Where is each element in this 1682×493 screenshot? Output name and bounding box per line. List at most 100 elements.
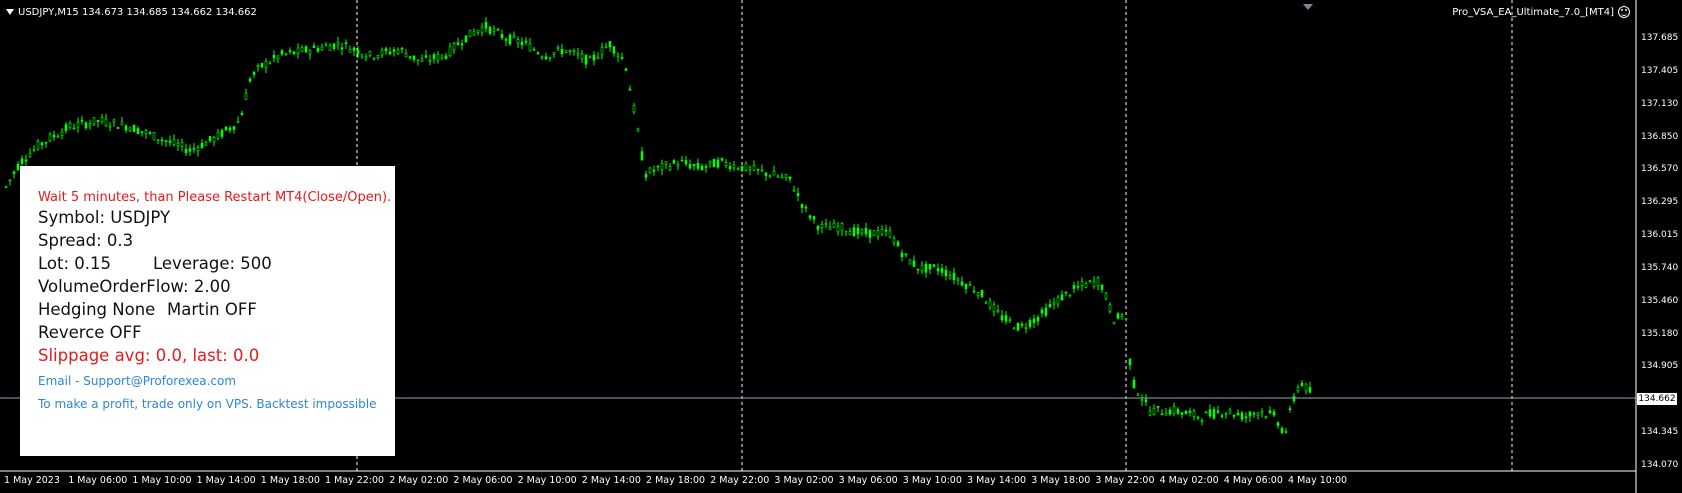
candle-body xyxy=(108,125,112,128)
candle-body xyxy=(96,119,100,122)
candle-body xyxy=(1288,408,1292,410)
candle-body xyxy=(1244,416,1248,419)
candle-body xyxy=(1104,292,1108,300)
candle-body xyxy=(824,223,828,225)
candle-body xyxy=(28,153,32,158)
candle-body xyxy=(884,229,888,232)
candle-body xyxy=(752,165,756,171)
candle-body xyxy=(192,148,196,150)
candle-body xyxy=(1176,409,1180,414)
expert-advisor-name[interactable]: Pro_VSA_EA_Ultimate_7.0_[MT4] xyxy=(1452,7,1614,18)
price-axis-label: 137.130 xyxy=(1641,99,1679,109)
candle-body xyxy=(1216,410,1220,413)
candle-body xyxy=(284,53,288,56)
candle-body xyxy=(540,56,544,59)
candle-body xyxy=(1224,412,1228,415)
candle-body xyxy=(1184,411,1188,415)
candle-body xyxy=(764,172,768,176)
chart-window[interactable]: USDJPY,M15 134.673 134.685 134.662 134.6… xyxy=(0,0,1682,493)
candle-body xyxy=(660,163,664,170)
candle-body xyxy=(1164,413,1168,416)
candle-body xyxy=(528,43,532,52)
candle-body xyxy=(920,265,924,272)
candle-body xyxy=(820,223,824,228)
candle-body xyxy=(964,283,968,290)
candle-body xyxy=(1044,307,1048,316)
candle-body xyxy=(116,127,120,129)
candle-body xyxy=(588,56,592,59)
candle-body xyxy=(908,259,912,265)
candle-body xyxy=(984,302,988,304)
candle-body xyxy=(876,230,880,237)
candle-body xyxy=(240,112,244,116)
candle-body xyxy=(680,159,684,162)
candle-body xyxy=(1004,315,1008,322)
candle-body xyxy=(1120,314,1124,317)
symbol-header: USDJPY,M15 134.673 134.685 134.662 134.6… xyxy=(6,7,257,18)
candle-body xyxy=(392,49,396,52)
candle-body xyxy=(792,189,796,192)
time-axis-label: 1 May 10:00 xyxy=(132,475,192,486)
candle-body xyxy=(88,123,92,126)
candle-body xyxy=(780,175,784,179)
candle-body xyxy=(520,41,524,46)
grid-lines xyxy=(356,0,1513,471)
candle-body xyxy=(420,58,424,62)
candle-body xyxy=(120,121,124,125)
candle-body xyxy=(1096,277,1100,286)
symbol-header-text: USDJPY,M15 134.673 134.685 134.662 134.6… xyxy=(18,7,257,18)
candle-body xyxy=(1200,420,1204,422)
candle-body xyxy=(1040,309,1044,314)
candle-body xyxy=(952,272,956,281)
candle-body xyxy=(1172,406,1176,415)
candle-body xyxy=(52,134,56,138)
candle-body xyxy=(712,159,716,168)
candle-body xyxy=(832,222,836,228)
candle-body xyxy=(1100,284,1104,290)
candle-body xyxy=(44,141,48,144)
time-axis-label: 3 May 22:00 xyxy=(1095,475,1155,486)
time-axis-label: 1 May 22:00 xyxy=(325,475,385,486)
time-axis-label: 2 May 14:00 xyxy=(581,475,641,486)
candle-body xyxy=(288,50,292,52)
time-axis-label: 3 May 14:00 xyxy=(967,475,1027,486)
candle-body xyxy=(484,21,488,29)
candle-body xyxy=(1124,318,1128,321)
candle-body xyxy=(480,26,484,33)
time-axis-label: 4 May 02:00 xyxy=(1159,475,1219,486)
candle-body xyxy=(1020,323,1024,326)
candle-body xyxy=(512,35,516,38)
candle-body xyxy=(548,56,552,59)
candle-body xyxy=(360,54,364,58)
candle-body xyxy=(248,78,252,82)
candle-body xyxy=(1024,327,1028,329)
shift-marker-icon[interactable] xyxy=(1303,4,1313,10)
candle-body xyxy=(916,268,920,271)
candle-body xyxy=(940,268,944,273)
candle-body xyxy=(372,57,376,60)
dropdown-triangle-icon[interactable] xyxy=(6,9,14,15)
time-axis-label: 2 May 18:00 xyxy=(646,475,706,486)
candle-body xyxy=(1276,422,1280,426)
candle-body xyxy=(1036,317,1040,322)
candle-body xyxy=(36,141,40,150)
candle-body xyxy=(912,260,916,267)
candle-body xyxy=(732,164,736,169)
candle-body xyxy=(1072,285,1076,289)
candle-body xyxy=(308,50,312,55)
candle-body xyxy=(896,241,900,247)
candle-body xyxy=(1092,280,1096,287)
candle-body xyxy=(1016,322,1020,331)
candle-body xyxy=(388,51,392,55)
candle-body xyxy=(600,47,604,55)
candle-body xyxy=(1148,410,1152,416)
candle-body xyxy=(716,159,720,168)
support-email[interactable]: Email - Support@Proforexea.com xyxy=(38,374,236,388)
time-axis-label: 2 May 10:00 xyxy=(517,475,577,486)
candle-body xyxy=(812,216,816,220)
candle-body xyxy=(1296,387,1300,392)
candle-body xyxy=(16,163,20,170)
candle-body xyxy=(384,48,388,52)
candle-body xyxy=(988,300,992,308)
candle-body xyxy=(1144,399,1148,403)
